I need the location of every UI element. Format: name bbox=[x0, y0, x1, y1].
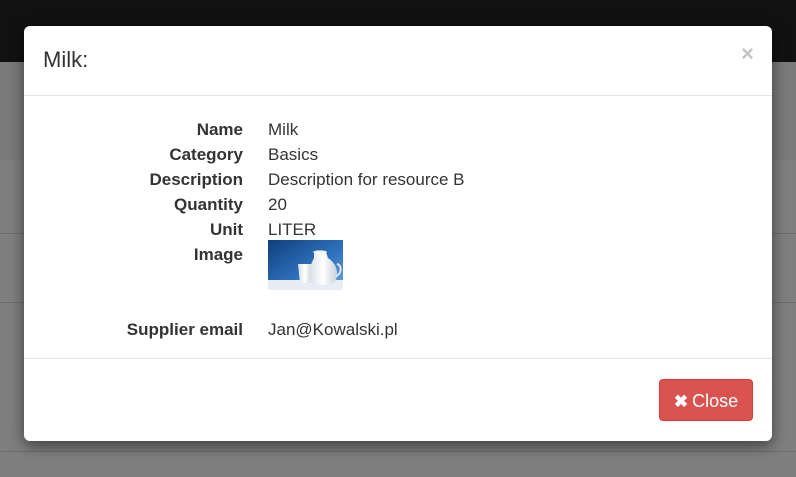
detail-label: Category bbox=[169, 145, 243, 164]
detail-row-name: Name Milk bbox=[24, 117, 772, 142]
detail-row-quantity: Quantity 20 bbox=[24, 192, 772, 217]
close-icon[interactable]: × bbox=[741, 42, 754, 66]
modal-footer: ✖ Close bbox=[24, 359, 772, 441]
detail-value: LITER bbox=[268, 220, 317, 239]
detail-label: Unit bbox=[209, 220, 243, 239]
product-image bbox=[268, 240, 343, 290]
modal-title: Milk: bbox=[43, 47, 89, 72]
detail-label: Name bbox=[196, 120, 243, 139]
detail-row-description: Description Description for resource B bbox=[24, 167, 772, 192]
detail-row-category: Category Basics bbox=[24, 142, 772, 167]
close-button[interactable]: ✖ Close bbox=[659, 379, 753, 421]
detail-row-supplier-email: Supplier email Jan@Kowalski.pl bbox=[24, 317, 772, 342]
close-button-label: Close bbox=[692, 391, 739, 411]
close-icon: ✖ bbox=[673, 392, 689, 411]
detail-value: 20 bbox=[268, 195, 287, 214]
detail-value: Milk bbox=[268, 120, 299, 139]
detail-label: Image bbox=[193, 245, 243, 264]
detail-label: Description bbox=[149, 170, 243, 189]
detail-row-unit: Unit LITER bbox=[24, 217, 772, 242]
modal-body: Name Milk Category Basics Description De… bbox=[24, 97, 772, 359]
detail-value: Basics bbox=[268, 145, 319, 164]
detail-label: Quantity bbox=[174, 195, 243, 214]
resource-details-modal: Milk: × Name Milk Category Basics Descri… bbox=[24, 26, 772, 441]
detail-row-image: Image bbox=[24, 242, 772, 267]
milk-jugs-icon bbox=[268, 240, 343, 290]
supplier-email-value: Jan@Kowalski.pl bbox=[268, 320, 398, 339]
modal-header: Milk: × bbox=[24, 26, 772, 96]
detail-label: Supplier email bbox=[126, 320, 243, 339]
detail-value: Description for resource B bbox=[268, 170, 465, 189]
